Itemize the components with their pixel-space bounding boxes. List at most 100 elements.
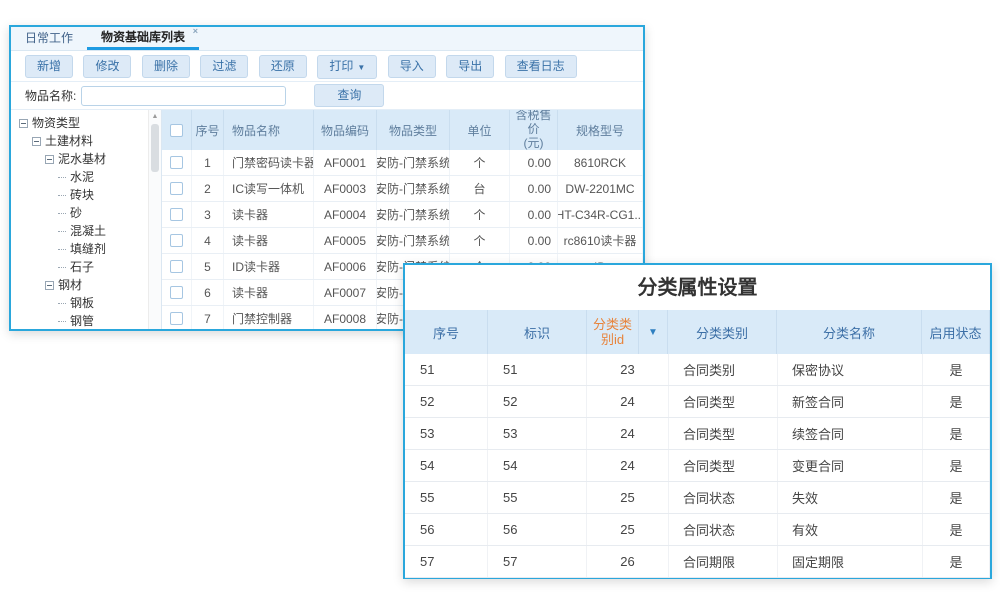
item-code-link[interactable]: AF0007 [314, 280, 377, 305]
tree-node-masonry-base[interactable]: 泥水基材 [11, 150, 161, 168]
collapse-icon[interactable] [45, 155, 54, 164]
tree-leaf-gravel[interactable]: 石子 [11, 258, 161, 276]
table-row[interactable]: 52 52 24 合同类型 新签合同 是 [405, 386, 990, 418]
tree-connector [58, 195, 66, 196]
scroll-up-icon[interactable]: ▲ [149, 110, 161, 120]
view-log-button[interactable]: 查看日志 [505, 55, 577, 78]
cell-enabled: 是 [923, 450, 990, 481]
cell-price: 0.00 [510, 228, 558, 253]
item-code-link[interactable]: AF0006 [314, 254, 377, 279]
cell-category-type: 合同类型 [669, 418, 778, 449]
header-price-line2: (元) [524, 136, 544, 150]
table-row[interactable]: 54 54 24 合同类型 变更合同 是 [405, 450, 990, 482]
cell-seq: 2 [192, 176, 224, 201]
header-category-type[interactable]: 分类类别 [668, 310, 777, 354]
row-checkbox[interactable] [170, 182, 183, 195]
sort-caret-icon[interactable]: ▼ [639, 310, 668, 354]
scrollbar-thumb[interactable] [151, 124, 159, 172]
cell-spec: DW-2201MC [558, 176, 643, 201]
row-checkbox[interactable] [170, 312, 183, 325]
cell-seq: 57 [405, 546, 488, 577]
cell-unit: 个 [450, 228, 510, 253]
tree-connector [58, 231, 66, 232]
tree-connector [58, 321, 66, 322]
filter-button[interactable]: 过滤 [200, 55, 248, 78]
restore-button[interactable]: 还原 [259, 55, 307, 78]
row-checkbox[interactable] [170, 208, 183, 221]
header-category-id-sorted[interactable]: 分类类别id [587, 310, 639, 354]
edit-button[interactable]: 修改 [83, 55, 131, 78]
cell-enabled: 是 [923, 386, 990, 417]
cell-tag: 54 [488, 450, 587, 481]
cell-category-name: 保密协议 [778, 354, 923, 385]
table-row: 3 读卡器 AF0004 安防-门禁系统 个 0.00 HT-C34R-CG1.… [162, 202, 643, 228]
delete-button[interactable]: 删除 [142, 55, 190, 78]
header-checkbox-cell [162, 110, 192, 150]
tree-leaf-steel-plate[interactable]: 钢板 [11, 294, 161, 312]
row-checkbox[interactable] [170, 286, 183, 299]
item-name-input[interactable] [81, 86, 286, 106]
cell-tag: 51 [488, 354, 587, 385]
tree-leaf-steel-pipe[interactable]: 钢管 [11, 312, 161, 329]
cell-seq: 3 [192, 202, 224, 227]
table-row[interactable]: 56 56 25 合同状态 有效 是 [405, 514, 990, 546]
tree-leaf-grout[interactable]: 填缝剂 [11, 240, 161, 258]
cell-category-type: 合同类型 [669, 386, 778, 417]
item-name-link[interactable]: ID读卡器 [224, 254, 314, 279]
cell-spec: rc8610读卡器 [558, 228, 643, 253]
header-seq[interactable]: 序号 [405, 310, 488, 354]
add-button[interactable]: 新增 [25, 55, 73, 78]
print-button[interactable]: 打印▼ [317, 55, 377, 79]
table-row[interactable]: 55 55 25 合同状态 失效 是 [405, 482, 990, 514]
item-name-link[interactable]: 读卡器 [224, 280, 314, 305]
header-item-type: 物品类型 [377, 110, 450, 150]
table-row[interactable]: 57 57 26 合同期限 固定期限 是 [405, 546, 990, 578]
cell-enabled: 是 [923, 546, 990, 577]
header-tag[interactable]: 标识 [488, 310, 587, 354]
query-button[interactable]: 查询 [314, 84, 384, 107]
header-category-name[interactable]: 分类名称 [777, 310, 922, 354]
tree-leaf-cement[interactable]: 水泥 [11, 168, 161, 186]
collapse-icon[interactable] [45, 281, 54, 290]
table-row[interactable]: 51 51 23 合同类别 保密协议 是 [405, 354, 990, 386]
import-button[interactable]: 导入 [388, 55, 436, 78]
collapse-icon[interactable] [19, 119, 28, 128]
header-seq: 序号 [192, 110, 224, 150]
item-code-link[interactable]: AF0005 [314, 228, 377, 253]
item-name-link[interactable]: 门禁密码读卡器 [224, 150, 314, 175]
header-item-code: 物品编码 [314, 110, 377, 150]
tree-leaf-brick[interactable]: 砖块 [11, 186, 161, 204]
tree-node-civil-materials[interactable]: 土建材料 [11, 132, 161, 150]
close-tab-icon[interactable]: × [193, 27, 198, 36]
collapse-icon[interactable] [32, 137, 41, 146]
tree-node-steel[interactable]: 钢材 [11, 276, 161, 294]
item-code-link[interactable]: AF0008 [314, 306, 377, 329]
item-name-link[interactable]: 读卡器 [224, 202, 314, 227]
header-enabled[interactable]: 启用状态 [922, 310, 990, 354]
table-row: 4 读卡器 AF0005 安防-门禁系统 个 0.00 rc8610读卡器 [162, 228, 643, 254]
item-name-label: 物品名称: [25, 87, 76, 104]
item-code-link[interactable]: AF0001 [314, 150, 377, 175]
cell-unit: 台 [450, 176, 510, 201]
tree-leaf-concrete[interactable]: 混凝土 [11, 222, 161, 240]
tree-label: 钢板 [70, 296, 94, 310]
table-row[interactable]: 53 53 24 合同类型 续签合同 是 [405, 418, 990, 450]
tree-node-material-type[interactable]: 物资类型 [11, 114, 161, 132]
item-name-link[interactable]: IC读写一体机 [224, 176, 314, 201]
item-code-link[interactable]: AF0004 [314, 202, 377, 227]
cell-price: 0.00 [510, 176, 558, 201]
row-checkbox[interactable] [170, 156, 183, 169]
export-button[interactable]: 导出 [446, 55, 494, 78]
tab-materials-list[interactable]: 物资基础库列表 × [87, 27, 199, 50]
row-checkbox[interactable] [170, 234, 183, 247]
select-all-checkbox[interactable] [170, 124, 183, 137]
item-name-link[interactable]: 门禁控制器 [224, 306, 314, 329]
chevron-down-icon: ▼ [357, 63, 365, 72]
tree-leaf-sand[interactable]: 砂 [11, 204, 161, 222]
table-row: 1 门禁密码读卡器 AF0001 安防-门禁系统 个 0.00 8610RCK [162, 150, 643, 176]
tab-daily-work[interactable]: 日常工作 [11, 27, 87, 50]
row-checkbox[interactable] [170, 260, 183, 273]
tree-scrollbar[interactable]: ▲ [148, 110, 161, 329]
item-name-link[interactable]: 读卡器 [224, 228, 314, 253]
item-code-link[interactable]: AF0003 [314, 176, 377, 201]
